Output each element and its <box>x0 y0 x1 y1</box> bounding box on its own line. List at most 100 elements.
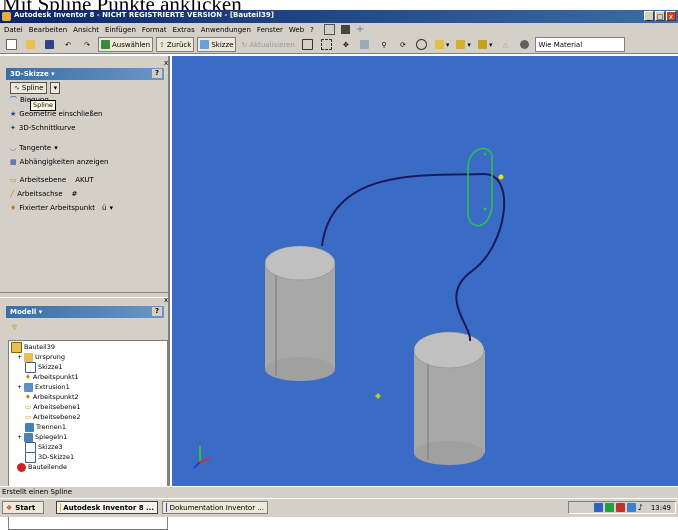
work-point[interactable] <box>484 208 487 211</box>
tree-node[interactable]: ♦Arbeitspunkt1 <box>25 372 79 382</box>
panel-splitter[interactable] <box>0 292 168 298</box>
start-button[interactable]: ❖Start <box>2 501 44 514</box>
menu-help[interactable]: ? <box>310 26 314 34</box>
tray-network-icon[interactable] <box>594 503 603 512</box>
help-icon[interactable]: ? <box>152 69 162 78</box>
work-plane-icon: ▭ <box>10 176 17 184</box>
tray-volume-icon[interactable]: ♪ <box>638 503 643 512</box>
tree-node-label: Ursprung <box>35 353 65 361</box>
material-select[interactable]: Wie Material <box>535 37 625 52</box>
tree-node[interactable]: Trennen1 <box>25 422 66 432</box>
fixed-work-point-shortcut: ü <box>102 204 106 212</box>
plus-icon[interactable]: + <box>356 24 364 35</box>
open-button[interactable] <box>22 38 38 51</box>
menu-datei[interactable]: Datei <box>4 26 23 34</box>
tool-show-constraints[interactable]: ▦Abhängigkeiten anzeigen <box>10 156 108 168</box>
tree-node[interactable]: Skizze1 <box>25 362 63 372</box>
new-file-button[interactable] <box>3 38 19 51</box>
graphics-viewport[interactable] <box>172 56 678 486</box>
tree-node[interactable]: ▭Arbeitsebene1 <box>25 402 81 412</box>
tool-work-plane[interactable]: ▭ArbeitsebeneAKUT <box>10 174 94 186</box>
sketch-panel-header[interactable]: 3D-Skizze ▾? <box>6 68 164 80</box>
dropdown-arrow-icon: ▾ <box>36 308 42 316</box>
look-at-button[interactable] <box>414 38 430 51</box>
tool-fixed-work-point[interactable]: ♦Fixierter Arbeitspunktü▾ <box>10 202 113 214</box>
window-title: Autodesk Inventor 8 - NICHT REGISTRIERTE… <box>14 11 274 19</box>
tray-app-icon[interactable] <box>605 503 614 512</box>
work-point[interactable] <box>484 153 486 155</box>
spline-point[interactable] <box>499 175 504 180</box>
spline-curve[interactable] <box>322 174 504 341</box>
windows-logo-icon: ❖ <box>6 504 12 512</box>
help-icon[interactable] <box>324 24 335 35</box>
model-panel-header[interactable]: Modell ▾? <box>6 306 164 318</box>
display-mode-button[interactable]: ▾ <box>433 38 452 51</box>
select-icon <box>101 40 110 49</box>
close-button[interactable]: x <box>666 11 676 21</box>
work-plane-outline[interactable] <box>468 149 492 226</box>
cylinder-right[interactable] <box>414 332 485 465</box>
zoom-all-button[interactable] <box>300 38 316 51</box>
tree-node[interactable]: +Spiegeln1 <box>17 432 67 442</box>
menu-web[interactable]: Web <box>289 26 304 34</box>
tool-spline[interactable]: ∿Spline ▾ <box>10 82 60 94</box>
spline-button[interactable]: ∿Spline <box>10 82 47 94</box>
menu-einfuegen[interactable]: Einfügen <box>105 26 136 34</box>
back-button[interactable]: ⇧Zurück <box>156 37 194 52</box>
work-axis-label: Arbeitsachse <box>17 190 62 198</box>
clock[interactable]: 13:49 <box>651 504 671 512</box>
analysis-button[interactable]: △ <box>497 38 513 51</box>
panel-close-icon[interactable]: x <box>164 59 168 67</box>
taskbar-inventor[interactable]: Autodesk Inventor 8 ... <box>56 501 158 514</box>
cylinder-left-top <box>265 246 335 280</box>
save-button[interactable] <box>41 38 57 51</box>
grid-icon[interactable] <box>341 25 350 34</box>
part-icon <box>11 342 22 353</box>
menu-bearbeiten[interactable]: Bearbeiten <box>29 26 67 34</box>
tree-node[interactable]: ▭Arbeitsebene2 <box>25 412 81 422</box>
tree-node[interactable]: Bauteilende <box>17 462 67 472</box>
sketch-icon <box>25 442 36 453</box>
zoom-button[interactable]: ⚲ <box>376 38 392 51</box>
filter-icon[interactable]: ▿ <box>12 322 17 333</box>
tree-node[interactable]: +Extrusion1 <box>17 382 70 392</box>
select-button[interactable]: Auswählen <box>98 37 153 52</box>
tool-tangent[interactable]: ◡Tangente▾ <box>10 142 58 154</box>
tool-include-geometry[interactable]: ★Geometrie einschließen <box>10 108 103 120</box>
tray-antivirus-icon[interactable] <box>616 503 625 512</box>
menu-format[interactable]: Format <box>142 26 167 34</box>
material-icon-button[interactable] <box>516 38 532 51</box>
tool-intersection-curve[interactable]: ✦3D-Schnittkurve <box>10 122 75 134</box>
constraints-icon: ▦ <box>10 158 17 166</box>
tree-node-active[interactable]: 3D-Skizze1 <box>25 452 74 462</box>
tree-node[interactable]: ♦Arbeitspunkt2 <box>25 392 79 402</box>
sketch-button[interactable]: Skizze <box>197 37 236 52</box>
menu-anwendungen[interactable]: Anwendungen <box>201 26 251 34</box>
pan-button[interactable]: ✥ <box>338 38 354 51</box>
undo-button[interactable]: ↶ <box>60 38 76 51</box>
maximize-button[interactable]: □ <box>655 11 665 21</box>
chevron-down-icon[interactable]: ▾ <box>50 82 60 94</box>
camera-button[interactable]: ▾ <box>454 38 473 51</box>
zoom-window-button[interactable] <box>319 38 335 51</box>
menu-extras[interactable]: Extras <box>173 26 195 34</box>
tree-node[interactable]: +Ursprung <box>17 352 65 362</box>
cylinder-left[interactable] <box>265 246 335 381</box>
tree-node[interactable]: Bauteil39 <box>11 342 55 352</box>
zoom-selected-button[interactable] <box>357 38 373 51</box>
rotate-button[interactable]: ⟳ <box>395 38 411 51</box>
redo-button[interactable]: ↷ <box>79 38 95 51</box>
menu-ansicht[interactable]: Ansicht <box>73 26 99 34</box>
tree-node[interactable]: Skizze3 <box>25 442 63 452</box>
browser-close-icon[interactable]: x <box>164 296 168 304</box>
help-icon[interactable]: ? <box>152 307 162 316</box>
analysis-icon: △ <box>503 41 508 49</box>
tray-display-icon[interactable] <box>627 503 636 512</box>
tool-work-axis[interactable]: ╱Arbeitsachse# <box>10 188 77 200</box>
menu-fenster[interactable]: Fenster <box>257 26 283 34</box>
sketch-icon <box>25 362 36 373</box>
minimize-button[interactable]: _ <box>644 11 654 21</box>
shadow-button[interactable]: ▾ <box>476 38 495 51</box>
update-button[interactable]: ↻Aktualisieren <box>239 38 296 51</box>
taskbar-documentation[interactable]: Dokumentation Inventor ... <box>162 501 268 514</box>
